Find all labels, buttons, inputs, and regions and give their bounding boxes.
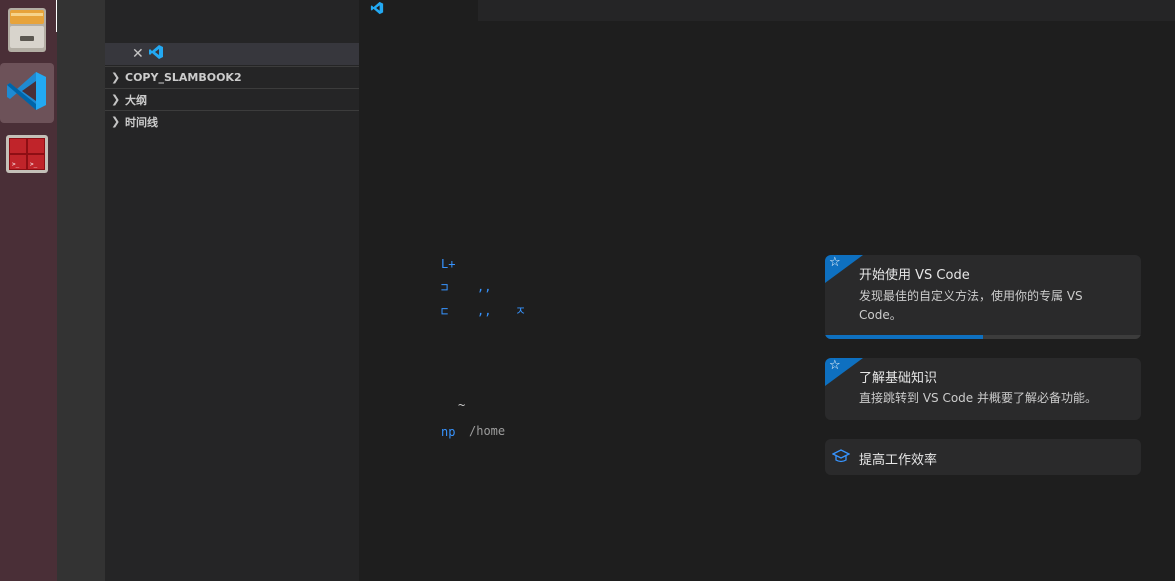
vscode-file-icon (148, 44, 164, 64)
explorer-sidebar: ✕ ❯ COPY_SLAMBOOK2 ❯ 大纲 ❯ 时间线 (105, 0, 359, 581)
card-title: 开始使用 VS Code (859, 268, 970, 283)
star-icon: ☆ (829, 255, 841, 270)
new-file-link[interactable]: L+ (441, 258, 455, 270)
section-outline[interactable]: ❯ 大纲 (105, 88, 359, 110)
open-folder-link[interactable]: ⊏ (441, 305, 448, 317)
svg-text:>_: >_ (30, 161, 38, 168)
progress-track (825, 335, 1141, 339)
card-description: 发现最佳的自定义方法，使用你的专属 VS Code。 (859, 289, 1083, 322)
open-file-link[interactable]: ⊐ (441, 281, 448, 293)
star-icon: ☆ (829, 358, 841, 373)
recent-item[interactable]: ~ (458, 398, 465, 412)
vscode-icon (5, 69, 49, 117)
open-folder-link-text[interactable]: ,, (477, 305, 491, 317)
terminal-app-launcher[interactable]: >_ >_ (0, 126, 54, 186)
progress-fill (825, 335, 983, 339)
terminal-icon: >_ >_ (5, 134, 49, 178)
walkthrough-card-basics[interactable]: ☆ 了解基础知识 直接跳转到 VS Code 并概要了解必备功能。 (825, 358, 1141, 420)
close-icon[interactable]: ✕ (132, 47, 144, 61)
walkthrough-card-get-started[interactable]: ☆ 开始使用 VS Code 发现最佳的自定义方法，使用你的专属 VS Code… (825, 255, 1141, 339)
vscode-app-launcher[interactable] (0, 63, 54, 123)
editor-area: L+ ⊐ ,, ⊏ ,, ㅈ ~ np /home ☆ 开始使用 VS Code… (359, 0, 1175, 581)
section-explorer-folder[interactable]: ❯ COPY_SLAMBOOK2 (105, 66, 359, 88)
section-label: COPY_SLAMBOOK2 (125, 71, 242, 84)
chevron-right-icon: ❯ (111, 93, 121, 106)
activity-bar (57, 0, 105, 581)
card-title: 了解基础知识 (859, 371, 938, 386)
open-editor-item[interactable]: ✕ (105, 43, 359, 65)
clone-repo-link[interactable]: ㅈ (515, 305, 526, 317)
mortarboard-icon (831, 448, 851, 468)
svg-text:>_: >_ (12, 161, 20, 168)
recent-prefix[interactable]: np (441, 426, 455, 438)
ubuntu-dock: >_ >_ (0, 0, 58, 581)
section-timeline[interactable]: ❯ 时间线 (105, 110, 359, 132)
section-label: 时间线 (125, 115, 158, 129)
card-title: 提高工作效率 (859, 453, 938, 468)
chevron-right-icon: ❯ (111, 71, 121, 84)
card-description: 直接跳转到 VS Code 并概要了解必备功能。 (859, 391, 1097, 405)
vscode-tab-icon (368, 0, 386, 19)
file-cabinet-icon (6, 6, 48, 58)
walkthrough-card-productivity[interactable]: 提高工作效率 (825, 439, 1141, 475)
section-label: 大纲 (125, 93, 147, 107)
chevron-right-icon: ❯ (111, 115, 121, 128)
recent-path: /home (469, 424, 506, 438)
tab-bar (359, 0, 1175, 21)
files-app-launcher[interactable] (0, 2, 54, 62)
tab-welcome[interactable] (359, 0, 478, 21)
open-file-link-text[interactable]: ,, (477, 281, 491, 293)
